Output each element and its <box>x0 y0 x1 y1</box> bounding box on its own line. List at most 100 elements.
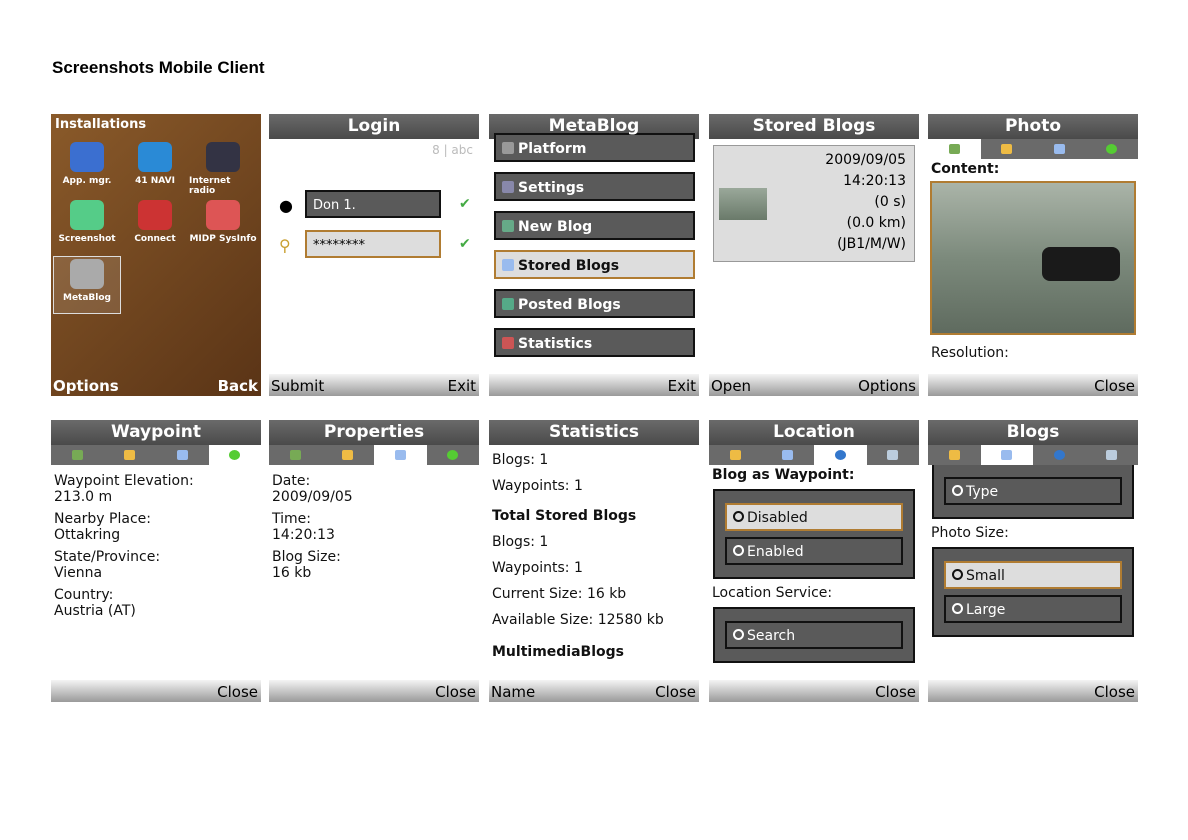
blog-thumbnail <box>719 188 767 220</box>
app-label: Internet radio <box>189 176 231 196</box>
stored-line: (JB1/M/W) <box>837 236 906 252</box>
close-softkey[interactable]: Close <box>655 680 696 702</box>
radio-icon <box>733 545 744 556</box>
exit-softkey[interactable]: Exit <box>448 374 476 396</box>
tab-properties[interactable] <box>1033 139 1086 159</box>
field-label: Date: <box>272 473 311 489</box>
stat-line: Blogs: 1 <box>492 534 549 550</box>
app-icon <box>138 142 172 172</box>
menu-item[interactable]: Posted Blogs <box>494 289 695 318</box>
pin-icon <box>1106 144 1118 154</box>
brush-icon <box>342 450 354 460</box>
exit-softkey[interactable]: Exit <box>668 374 696 396</box>
app-label: Screenshot <box>58 234 116 244</box>
app-item[interactable]: Connect <box>121 198 189 256</box>
radio-icon <box>952 603 963 614</box>
stat-line: Waypoints: 1 <box>492 478 583 494</box>
document-icon <box>176 450 188 460</box>
stat-heading: Total Stored Blogs <box>492 508 637 524</box>
photo-title: Photo <box>928 114 1138 139</box>
submit-softkey[interactable]: Submit <box>271 374 324 396</box>
tab-bar <box>928 139 1138 159</box>
photo-size-label: Photo Size: <box>931 525 1009 541</box>
location-screen: Location Blog as Waypoint: Disabled Enab… <box>709 420 919 702</box>
field-label: Nearby Place: <box>54 511 151 527</box>
stored-blogs-screen: Stored Blogs 2009/09/05 14:20:13 (0 s) (0.0… <box>709 114 919 396</box>
menu-icon <box>502 142 514 154</box>
username-field[interactable]: Don 1. <box>305 190 441 218</box>
menu-item[interactable]: Stored Blogs <box>494 250 695 279</box>
image-icon <box>948 144 960 154</box>
close-softkey[interactable]: Close <box>1094 374 1135 396</box>
app-label: Connect <box>134 234 176 244</box>
disabled-option[interactable]: Disabled <box>725 503 903 531</box>
globe-icon <box>834 450 846 460</box>
radio-icon <box>733 511 744 522</box>
copy-icon <box>1001 450 1013 460</box>
app-item[interactable]: MetaBlog <box>53 256 121 314</box>
properties-screen: Properties Date: 2009/09/05 Time: 14:20:13 B… <box>269 420 479 702</box>
field-label: Country: <box>54 587 114 603</box>
field-value: Ottakring <box>54 527 121 543</box>
stored-blogs-title: Stored Blogs <box>709 114 919 139</box>
app-item[interactable]: Internet radio <box>189 140 257 198</box>
app-label: 41 NAVI <box>135 176 175 186</box>
user-icon: ● <box>279 196 293 215</box>
back-softkey[interactable]: Back <box>218 374 258 396</box>
image-icon <box>71 450 83 460</box>
blog-photo <box>930 181 1136 335</box>
image-icon <box>289 450 301 460</box>
main-menu: Platform Settings New Blog Stored Blogs Post… <box>489 133 699 357</box>
options-softkey[interactable]: Options <box>53 374 119 396</box>
radio-icon <box>733 629 744 640</box>
app-item[interactable]: 41 NAVI <box>121 140 189 198</box>
password-field[interactable]: ******** <box>305 230 441 258</box>
app-icon <box>70 200 104 230</box>
open-softkey[interactable]: Open <box>711 374 751 396</box>
page-title: Screenshots Mobile Client <box>52 58 265 77</box>
stored-blog-entry[interactable]: 2009/09/05 14:20:13 (0 s) (0.0 km) (JB1/M/W) <box>713 145 915 262</box>
metablog-screen: MetaBlog Platform Settings New Blog Stored … <box>489 114 699 396</box>
menu-item[interactable]: Statistics <box>494 328 695 357</box>
tab-edit[interactable] <box>981 139 1034 159</box>
name-softkey[interactable]: Name <box>491 680 535 702</box>
small-option[interactable]: Small <box>944 561 1122 589</box>
radio-icon <box>952 485 963 496</box>
large-option[interactable]: Large <box>944 595 1122 623</box>
close-softkey[interactable]: Close <box>875 680 916 702</box>
close-softkey[interactable]: Close <box>217 680 258 702</box>
menu-item[interactable]: Settings <box>494 172 695 201</box>
blogs-title: Blogs <box>928 420 1138 445</box>
app-item[interactable]: App. mgr. <box>53 140 121 198</box>
lock-icon <box>948 450 960 460</box>
globe-icon <box>1053 450 1065 460</box>
field-label: Waypoint Elevation: <box>54 473 194 489</box>
search-option[interactable]: Search <box>725 621 903 649</box>
app-item[interactable]: MIDP SysInfo <box>189 198 257 256</box>
field-value: Vienna <box>54 565 103 581</box>
menu-icon <box>502 337 514 349</box>
document-icon <box>394 450 406 460</box>
type-option[interactable]: Type <box>944 477 1122 505</box>
tab-photo[interactable] <box>928 139 981 159</box>
field-label: Blog Size: <box>272 549 341 565</box>
close-softkey[interactable]: Close <box>435 680 476 702</box>
app-label: App. mgr. <box>62 176 112 186</box>
check-icon: ✔ <box>459 196 471 212</box>
brush-icon <box>1001 144 1013 154</box>
tab-waypoint[interactable] <box>1086 139 1139 159</box>
content-label: Content: <box>931 161 1000 177</box>
tab-bar <box>928 445 1138 465</box>
field-value: 2009/09/05 <box>272 489 353 505</box>
lock-icon <box>729 450 741 460</box>
app-icon <box>70 142 104 172</box>
close-softkey[interactable]: Close <box>1094 680 1135 702</box>
resolution-label: Resolution: <box>931 345 1009 361</box>
menu-icon <box>502 259 514 271</box>
menu-item[interactable]: New Blog <box>494 211 695 240</box>
location-title: Location <box>709 420 919 445</box>
enabled-option[interactable]: Enabled <box>725 537 903 565</box>
app-item[interactable]: Screenshot <box>53 198 121 256</box>
type-options: Type <box>932 465 1134 519</box>
options-softkey[interactable]: Options <box>858 374 916 396</box>
